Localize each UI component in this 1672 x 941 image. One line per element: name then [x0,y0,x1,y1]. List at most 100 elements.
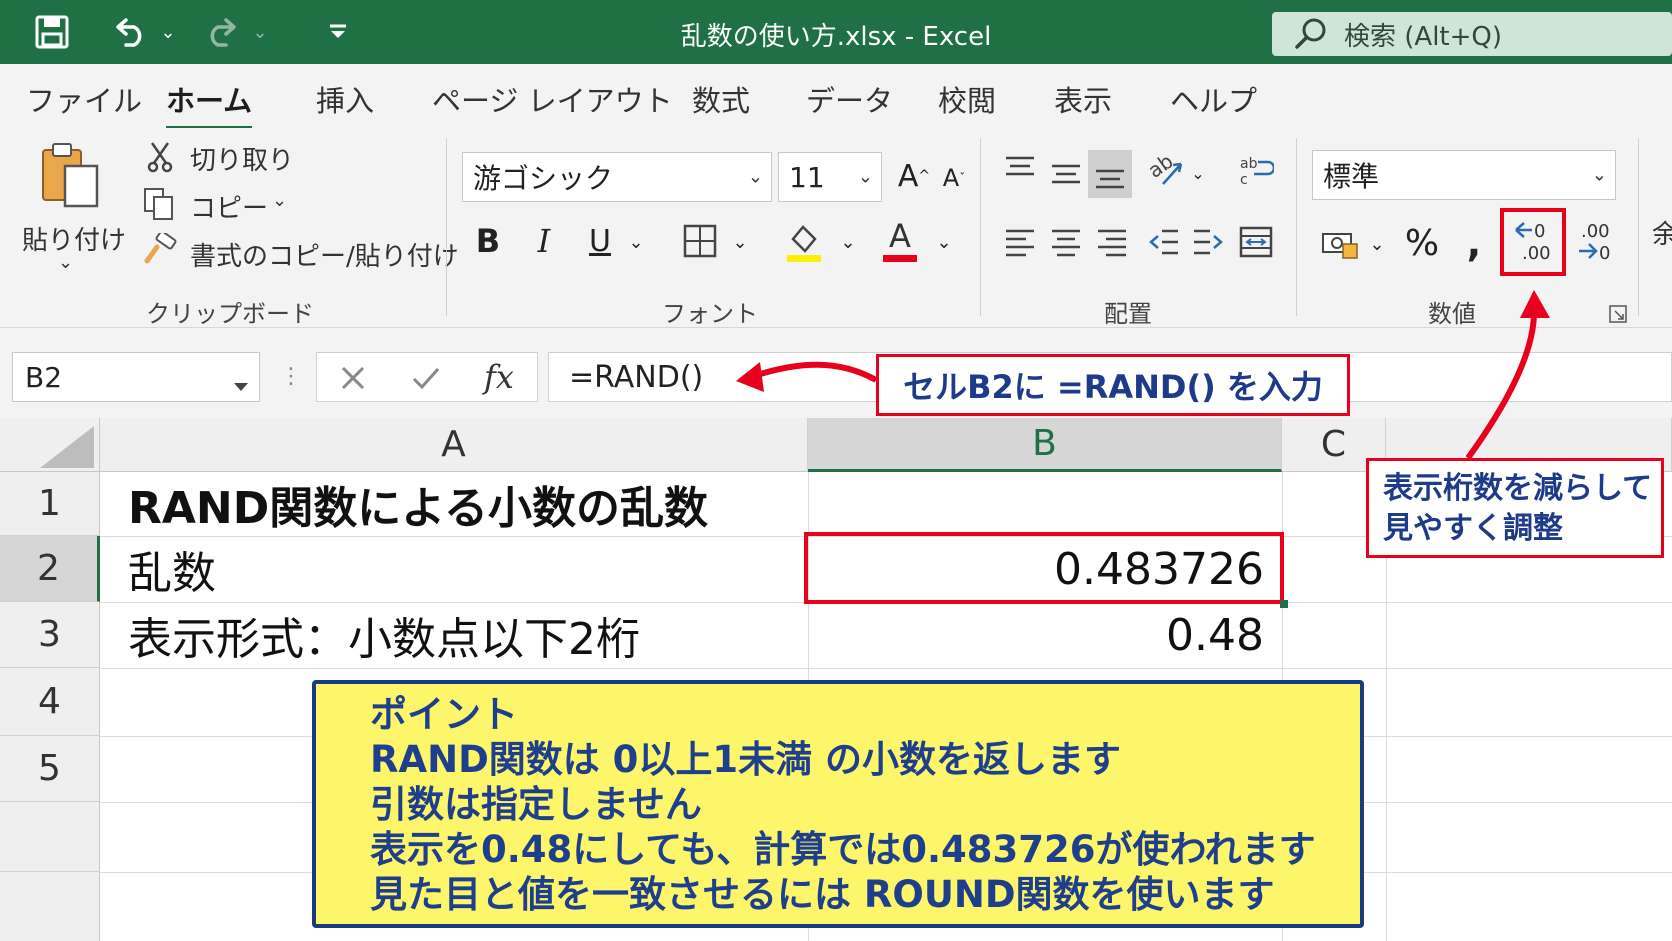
paste-icon[interactable] [38,140,104,212]
alignment-group-label: 配置 [1104,300,1152,328]
align-right-icon[interactable] [1092,222,1132,262]
decrease-indent-icon[interactable] [1144,222,1184,262]
copy-button[interactable]: コピー [190,188,268,225]
undo-dropdown-icon[interactable]: ⌄ [154,12,182,52]
redo-icon[interactable] [200,12,244,52]
accounting-format-icon[interactable] [1318,224,1362,264]
row-header-1[interactable]: 1 [0,472,100,536]
row-header-6[interactable] [0,802,100,872]
number-format-value: 標準 [1323,160,1380,193]
name-box[interactable]: B2 [12,352,260,402]
column-header-a[interactable]: A [100,418,808,472]
align-middle-icon[interactable] [1046,154,1086,190]
borders-icon[interactable] [680,220,720,262]
ribbon-divider [980,138,981,316]
svg-text:.00: .00 [1581,221,1610,242]
cell-a1[interactable]: RAND関数による小数の乱数 [128,472,708,536]
font-color-icon[interactable]: A [880,216,920,264]
redo-dropdown-icon[interactable]: ⌄ [246,12,274,52]
enter-icon[interactable] [409,361,443,395]
column-header-b[interactable]: B [808,418,1282,472]
tab-view[interactable]: 表示 [1054,78,1112,120]
copy-icon [142,186,176,222]
orientation-dropdown-icon[interactable]: ⌄ [1188,158,1208,188]
dialog-launcher-icon[interactable] [1608,304,1628,324]
paste-dropdown-icon[interactable]: ⌄ [58,252,73,273]
ribbon-divider [1638,138,1639,316]
name-box-value: B2 [25,360,63,394]
row-header-4[interactable]: 4 [0,668,100,736]
customize-toolbar-icon[interactable] [320,12,356,52]
row-header-2[interactable]: 2 [0,536,100,602]
undo-icon[interactable] [108,12,152,52]
tab-help[interactable]: ヘルプ [1170,78,1257,120]
format-painter-button[interactable]: 書式のコピー/貼り付け [190,236,459,273]
row-header-7[interactable] [0,872,100,941]
ribbon-divider [446,138,447,316]
italic-icon[interactable]: I [526,218,562,264]
copy-dropdown-icon[interactable]: ⌄ [272,190,287,211]
align-bottom-icon[interactable] [1088,150,1132,198]
cancel-icon[interactable] [337,361,369,395]
number-format-select[interactable]: 標準 ⌄ [1312,150,1616,200]
cell-b3[interactable]: 0.48 [808,602,1264,668]
conditional-formatting-partial[interactable]: 余 [1652,214,1672,251]
chevron-down-icon: ⌄ [857,166,873,188]
cell-a3[interactable]: 表示形式：小数点以下2桁 [128,602,640,668]
ribbon: 貼り付け ⌄ 切り取り コピー ⌄ 書式のコピー/貼り付け クリップボード 游ゴ… [0,128,1672,328]
merge-center-icon[interactable] [1236,222,1276,262]
svg-text:0: 0 [1599,243,1610,263]
tab-home[interactable]: ホーム [166,78,253,130]
name-box-dropdown-icon[interactable] [233,367,249,400]
font-family-select[interactable]: 游ゴシック ⌄ [462,152,772,202]
row-header-3[interactable]: 3 [0,602,100,668]
accounting-dropdown-icon[interactable]: ⌄ [1366,228,1388,260]
tab-file[interactable]: ファイル [26,78,142,120]
decrease-font-size-icon[interactable]: Aˇ [936,160,972,196]
tab-formulas[interactable]: 数式 [692,78,750,120]
underline-icon[interactable]: U [582,218,618,264]
format-painter-icon [142,232,178,266]
underline-dropdown-icon[interactable]: ⌄ [624,224,648,260]
tab-insert[interactable]: 挿入 [316,78,374,120]
align-left-icon[interactable] [1000,222,1040,262]
tab-review[interactable]: 校閲 [938,78,996,120]
decimal-callout-line-1: 表示桁数を減らして [1383,471,1653,506]
ribbon-divider [1296,138,1297,316]
fill-color-dropdown-icon[interactable]: ⌄ [836,224,860,260]
font-color-dropdown-icon[interactable]: ⌄ [932,224,956,260]
orientation-icon[interactable]: ab [1146,150,1186,190]
increase-font-size-icon[interactable]: A ^ [894,156,934,196]
percent-style-icon[interactable]: % [1400,220,1444,266]
fill-handle[interactable] [1280,600,1288,608]
fill-color-icon[interactable] [784,218,824,264]
svg-text:c: c [1240,172,1248,188]
clipboard-group-label: クリップボード [146,300,314,328]
borders-dropdown-icon[interactable]: ⌄ [728,224,752,260]
cut-button[interactable]: 切り取り [190,140,294,177]
formula-callout: セルB2に =RAND() を入力 [876,354,1350,416]
increase-indent-icon[interactable] [1188,222,1228,262]
chevron-down-icon: ⌄ [747,166,763,188]
insert-function-icon[interactable]: fx [479,357,519,397]
bold-icon[interactable]: B [470,218,506,264]
font-size-select[interactable]: 11 ⌄ [778,152,882,202]
point-box: ポイント RAND関数は 0以上1未満 の小数を返します 引数は指定しません 表… [312,680,1364,928]
grid-line [100,668,1672,669]
cell-a2[interactable]: 乱数 [128,536,216,602]
font-group-label: フォント [662,300,758,328]
font-family-value: 游ゴシック [473,162,614,195]
select-all-button[interactable] [0,418,100,472]
align-center-icon[interactable] [1046,222,1086,262]
save-icon[interactable] [30,12,74,52]
paste-button[interactable]: 貼り付け [22,220,126,257]
row-header-5[interactable]: 5 [0,736,100,802]
comma-style-icon[interactable]: , [1456,220,1492,266]
wrap-text-icon[interactable]: ab c [1236,150,1276,190]
tab-data[interactable]: データ [806,78,893,120]
search-box[interactable]: 検索 (Alt+Q) [1272,12,1672,56]
decrease-decimal-icon[interactable]: .00 0 [1572,212,1624,268]
tab-page-layout[interactable]: ページ レイアウト [432,78,673,120]
search-icon [1295,18,1326,49]
align-top-icon[interactable] [1000,150,1040,186]
